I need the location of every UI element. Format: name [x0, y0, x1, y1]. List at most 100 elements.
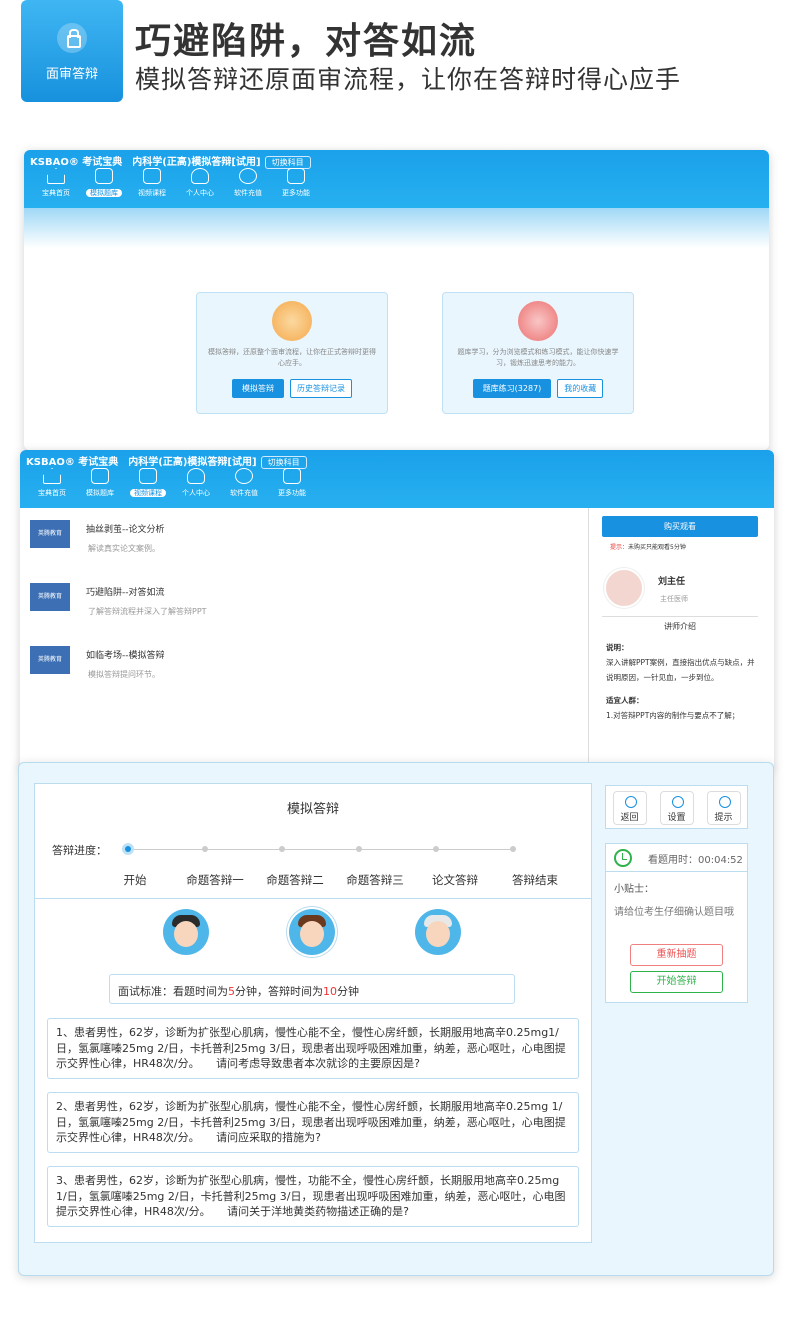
- avatar: [604, 568, 644, 608]
- step-label: 命题答辩三: [346, 873, 404, 887]
- nav-more[interactable]: 更多功能: [268, 466, 316, 498]
- home-icon: [47, 168, 65, 184]
- examiner-avatar: [415, 909, 461, 955]
- nav-question-bank[interactable]: 模拟题库: [80, 166, 128, 198]
- progress-dot: [510, 846, 516, 852]
- teacher-position: 主任医师: [660, 595, 688, 603]
- course-title: 抽丝剥茧--论文分析: [86, 525, 165, 535]
- tip-title: 小贴士：: [614, 884, 654, 895]
- top-bar: KSBAO® 考试宝典 内科学(正高)模拟答辩[试用] 切换科目 宝典首页 模拟题…: [24, 150, 769, 208]
- course-note: 说明： 深入讲解PPT案例，直接指出优点与缺点，并说明原因，一针见血，一步到位。…: [606, 643, 755, 720]
- practice-button[interactable]: 题库练习(3287): [472, 379, 552, 398]
- exam-standard: 面试标准：看题时间为5分钟，答辩时间为10分钟: [109, 974, 515, 1004]
- nav-recharge[interactable]: 软件充值: [224, 166, 272, 198]
- defense-panel: 模拟答辩 答辩进度： 开始 命题答辩一 命题答辩二 命题答辩三 论文答辩 答辩结…: [34, 783, 592, 1243]
- divider: [35, 898, 591, 899]
- buy-button[interactable]: 购买观看: [602, 516, 758, 537]
- redraw-button[interactable]: 重新抽题: [630, 944, 723, 966]
- home-icon: [43, 468, 61, 484]
- toolbar: 返回 设置 提示: [605, 785, 748, 829]
- course-sidebar: 购买观看 提示：未购买只能观看5分钟 刘主任 主任医师 讲师介绍 说明： 深入讲…: [602, 516, 758, 720]
- play-icon: [139, 468, 157, 484]
- nav-home[interactable]: 宝典首页: [32, 166, 80, 198]
- progress-dot: [125, 846, 131, 852]
- nav-user[interactable]: 个人中心: [172, 466, 220, 498]
- progress-label: 答辩进度：: [52, 844, 107, 857]
- course-sub: 解读真实论文案例。: [88, 544, 160, 553]
- mock-defense-button[interactable]: 模拟答辩: [232, 379, 284, 398]
- screenshot-mock-defense: 模拟答辩 答辩进度： 开始 命题答辩一 命题答辩二 命题答辩三 论文答辩 答辩结…: [18, 762, 774, 1276]
- bag-icon: [239, 168, 257, 184]
- bag-icon: [235, 468, 253, 484]
- grid-icon: [287, 168, 305, 184]
- step-label: 答辩结束: [512, 873, 558, 887]
- question-card[interactable]: 2、患者男性，62岁，诊断为扩张型心肌病，慢性心能不全，慢性心房纤颤，长期服用地…: [47, 1092, 579, 1153]
- film-icon: [95, 168, 113, 184]
- nav-recharge[interactable]: 软件充值: [220, 466, 268, 498]
- right-panel: 返回 设置 提示 看题用时：00:04:52 小贴士： 请给位考生仔细确认题目哦…: [605, 785, 748, 1003]
- document-icon: [272, 301, 312, 341]
- examiner-avatar: [163, 909, 209, 955]
- clock-icon: [614, 849, 632, 867]
- step-label: 命题答辩一: [186, 873, 244, 887]
- course-title: 如临考场--模拟答辩: [86, 651, 165, 661]
- list-item[interactable]: 英腾教育 巧避陷阱--对答如流了解答辩流程并深入了解答辩PPT: [30, 583, 207, 617]
- course-thumb: 英腾教育: [30, 646, 70, 674]
- progress-dot: [356, 846, 362, 852]
- course-list: 英腾教育 抽丝剥茧--论文分析 解读真实论文案例。 英腾教育 巧避陷阱--对答如流 了解…: [20, 508, 590, 770]
- favorites-button[interactable]: 我的收藏: [557, 379, 604, 398]
- list-item[interactable]: 英腾教育 如临考场--模拟答辩 模拟答辩提问环节。: [30, 646, 165, 680]
- screenshot-videos: KSBAO® 考试宝典 内科学(正高)模拟答辩[试用] 切换科目 宝典首页 模拟题…: [20, 450, 774, 770]
- lock-icon: [57, 23, 87, 53]
- tip-body: 请给位考生仔细确认题目哦: [614, 907, 734, 918]
- progress-track: [125, 846, 516, 852]
- course-sub: 模拟答辩提问环节。: [88, 670, 160, 679]
- trial-tip: 提示：未购买只能观看5分钟: [610, 544, 686, 551]
- start-defense-button[interactable]: 开始答辩: [630, 971, 723, 993]
- page-title: 巧避陷阱，对答如流: [135, 21, 478, 62]
- timer-panel: 看题用时：00:04:52 小贴士： 请给位考生仔细确认题目哦 重新抽题 开始答…: [605, 843, 748, 1003]
- hint-button[interactable]: 提示: [706, 791, 741, 825]
- books-icon: [518, 301, 558, 341]
- progress-steps: 开始 命题答辩一 命题答辩二 命题答辩三 论文答辩 答辩结束: [95, 872, 575, 888]
- top-bar: KSBAO® 考试宝典 内科学(正高)模拟答辩[试用] 切换科目 宝典首页 模拟题…: [20, 450, 774, 508]
- card-desc: 模拟答辩，还原整个面审流程，让你在正式答辩时更得心应手。: [208, 348, 376, 367]
- progress-dot: [433, 846, 439, 852]
- nav-bar: 宝典首页 模拟题库 视频课程 个人中心 软件充值 更多功能: [28, 466, 316, 498]
- divider: [588, 508, 589, 770]
- nav-question-bank[interactable]: 模拟题库: [76, 466, 124, 498]
- list-item[interactable]: 英腾教育 抽丝剥茧--论文分析 解读真实论文案例。: [30, 520, 165, 554]
- back-button[interactable]: 返回: [612, 791, 647, 825]
- page-subtitle: 模拟答辩还原面审流程，让你在答辩时得心应手: [135, 65, 682, 94]
- step-label: 开始: [123, 873, 147, 887]
- settings-button[interactable]: 设置: [659, 791, 694, 825]
- nav-bar: 宝典首页 模拟题库 视频课程 个人中心 软件充值 更多功能: [32, 166, 320, 198]
- step-label: 论文答辩: [432, 873, 478, 887]
- nav-video[interactable]: 视频课程: [124, 466, 172, 498]
- grid-icon: [283, 468, 301, 484]
- teacher-intro-tab[interactable]: 讲师介绍: [602, 616, 758, 632]
- play-icon: [143, 168, 161, 184]
- examiner-avatar: [289, 909, 335, 955]
- card-question-bank: 题库学习，分为浏览模式和练习模式，能让你快速学习，锻炼迅速思考的能力。 题库练习…: [442, 292, 634, 414]
- question-card[interactable]: 1、患者男性，62岁，诊断为扩张型心肌病，慢性心能不全，慢性心房纤颤，长期服用地…: [47, 1018, 579, 1079]
- nav-more[interactable]: 更多功能: [272, 166, 320, 198]
- course-sub: 了解答辩流程并深入了解答辩PPT: [88, 607, 207, 616]
- card-mock-defense: 模拟答辩，还原整个面审流程，让你在正式答辩时更得心应手。 模拟答辩 历史答辩记录: [196, 292, 388, 414]
- course-thumb: 英腾教育: [30, 583, 70, 611]
- history-button[interactable]: 历史答辩记录: [290, 379, 352, 398]
- user-icon: [191, 168, 209, 184]
- progress-dot: [279, 846, 285, 852]
- banner-gradient: [24, 208, 769, 248]
- course-title: 巧避陷阱--对答如流: [86, 588, 165, 598]
- nav-home[interactable]: 宝典首页: [28, 466, 76, 498]
- header-badge: 面审答辩: [21, 0, 123, 102]
- question-card[interactable]: 3、患者男性，62岁，诊断为扩张型心肌病，慢性，功能不全，慢性心房纤颤，长期服用…: [47, 1166, 579, 1227]
- nav-user[interactable]: 个人中心: [176, 166, 224, 198]
- screenshot-home: KSBAO® 考试宝典 内科学(正高)模拟答辩[试用] 切换科目 宝典首页 模拟题…: [24, 150, 769, 450]
- course-thumb: 英腾教育: [30, 520, 70, 548]
- step-label: 命题答辩二: [266, 873, 324, 887]
- nav-video[interactable]: 视频课程: [128, 166, 176, 198]
- film-icon: [91, 468, 109, 484]
- badge-label: 面审答辩: [45, 67, 98, 82]
